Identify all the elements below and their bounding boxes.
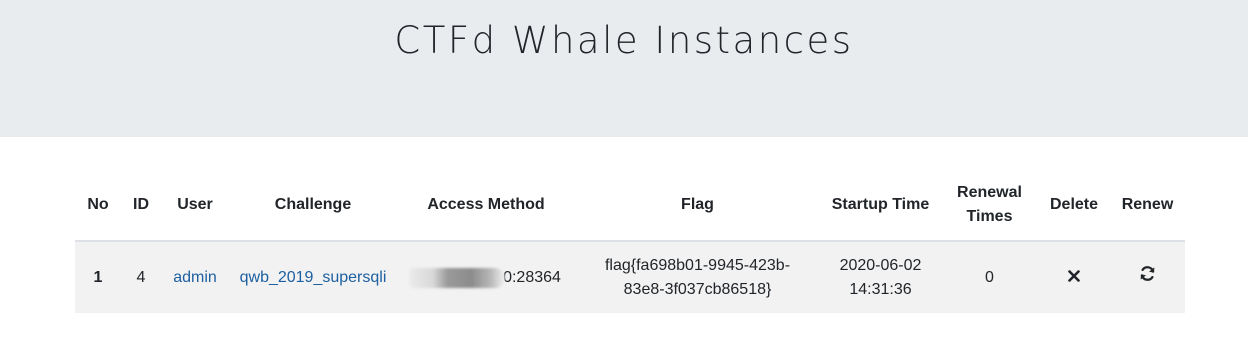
renew-button[interactable]	[1139, 265, 1156, 282]
col-header-renew: Renew	[1110, 170, 1185, 242]
renewal-header-line2: Times	[966, 208, 1013, 225]
startup-date: 2020-06-02	[839, 256, 922, 274]
row-startup-time: 2020-06-02 14:31:36	[820, 241, 941, 313]
flag-line1: flag{fa698b01-9945-423b-	[604, 256, 791, 274]
col-header-challenge: Challenge	[229, 170, 397, 242]
redaction-blur	[409, 267, 506, 288]
delete-button[interactable]	[1068, 269, 1080, 282]
times-icon	[1068, 269, 1080, 282]
col-header-startup-time: Startup Time	[820, 170, 941, 242]
col-header-delete: Delete	[1038, 170, 1110, 242]
col-header-renewal-times: Renewal Times	[941, 170, 1038, 242]
user-link[interactable]: admin	[173, 269, 217, 286]
col-header-user: User	[161, 170, 229, 242]
row-user: admin	[161, 241, 229, 313]
col-header-access-method: Access Method	[397, 170, 575, 242]
row-delete	[1038, 241, 1110, 313]
instances-table: No ID User Challenge Access Method Flag …	[75, 170, 1185, 313]
page-title: CTFd Whale Instances	[394, 19, 854, 62]
access-method-value: 0:28364	[409, 266, 561, 290]
access-method-port: 0:28364	[503, 268, 561, 286]
table-header-row: No ID User Challenge Access Method Flag …	[75, 170, 1185, 242]
row-flag: flag{fa698b01-9945-423b- 83e8-3f037cb865…	[575, 241, 820, 313]
col-header-no: No	[75, 170, 121, 242]
startup-clock: 14:31:36	[849, 280, 912, 298]
challenge-link[interactable]: qwb_2019_supersqli	[240, 269, 387, 286]
row-renew	[1110, 241, 1185, 313]
table-row: 1 4 admin qwb_2019_supersqli 0:28364 fla…	[75, 241, 1185, 313]
col-header-flag: Flag	[575, 170, 820, 242]
flag-line2: 83e8-3f037cb86518}	[623, 280, 772, 298]
row-challenge: qwb_2019_supersqli	[229, 241, 397, 313]
page-header: CTFd Whale Instances	[0, 0, 1248, 137]
row-id: 4	[121, 241, 161, 313]
col-header-id: ID	[121, 170, 161, 242]
row-access-method: 0:28364	[397, 241, 575, 313]
row-no: 1	[75, 241, 121, 313]
renewal-header-line1: Renewal	[957, 184, 1022, 201]
row-renewal-times: 0	[941, 241, 1038, 313]
sync-icon	[1140, 266, 1155, 281]
